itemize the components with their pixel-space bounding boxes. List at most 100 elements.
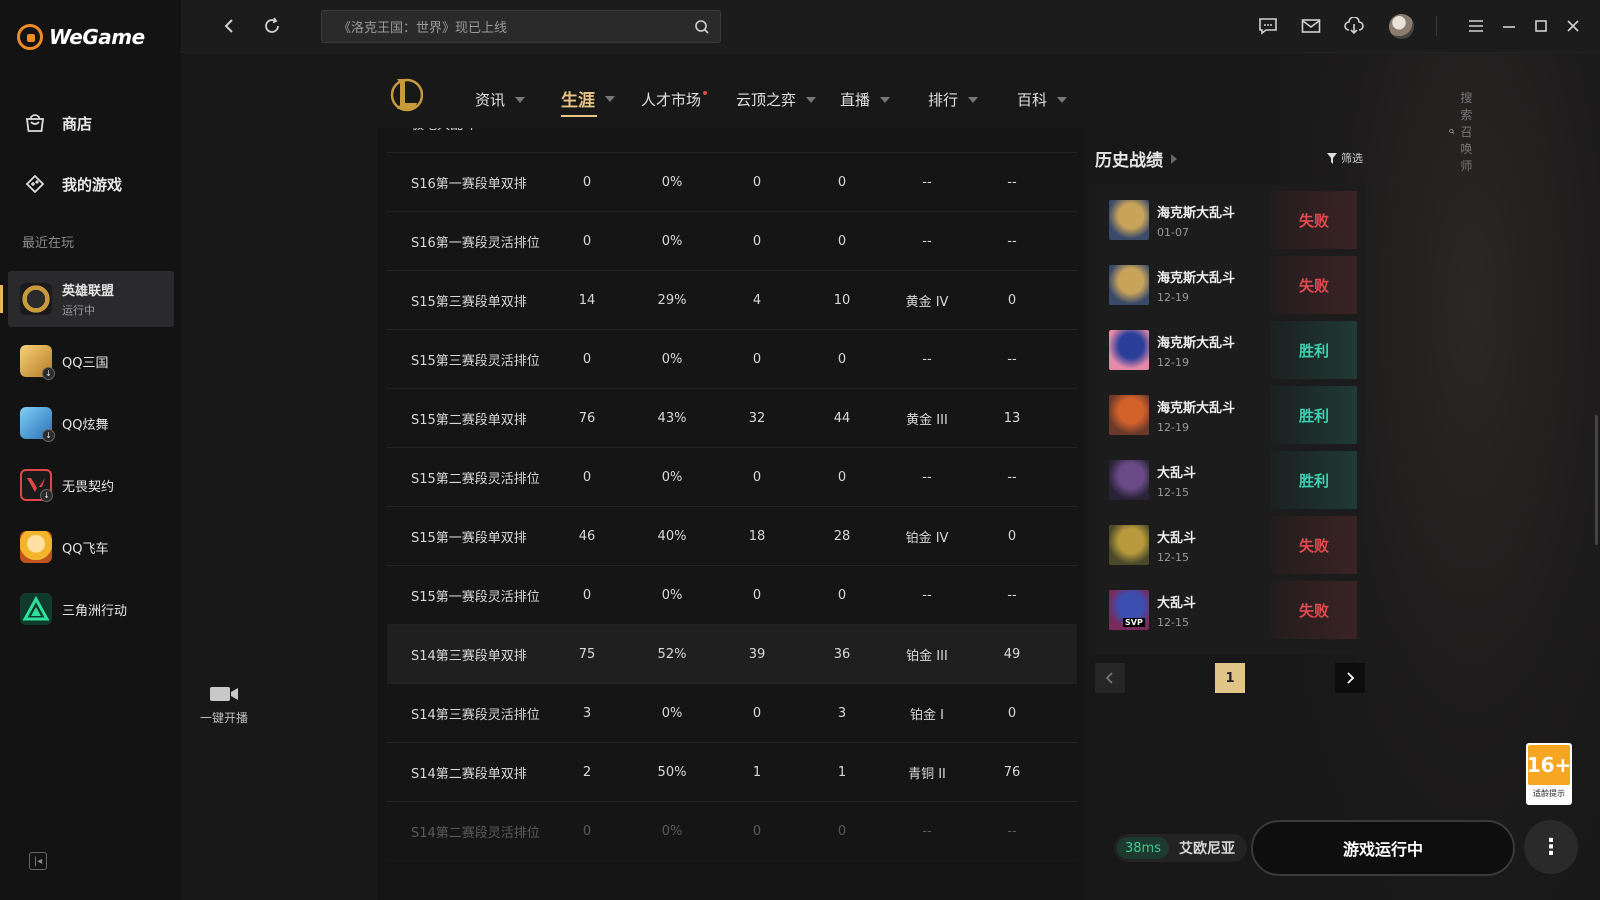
table-cell: 824 [812, 128, 872, 131]
table-cell: 0 [752, 174, 762, 190]
match-history-item[interactable]: 大乱斗 12-15 胜利 [1105, 451, 1357, 509]
game-item-valorant[interactable]: ↓ 无畏契约 [8, 457, 174, 513]
one-click-live-button[interactable]: 一键开播 [189, 685, 259, 726]
table-row: S16第一赛段单双排 0 0% 0 0 -- -- [387, 153, 1077, 212]
tab-career[interactable]: 生涯 [561, 86, 615, 117]
table-cell: 4 [752, 292, 762, 308]
download-manager-button[interactable] [1343, 15, 1365, 37]
download-icon: ↓ [40, 489, 53, 502]
minimize-button[interactable] [1498, 15, 1520, 37]
game-item-qq-xuanwu[interactable]: ↓ QQ炫舞 [8, 395, 174, 451]
ranked-stats-table: 极地大乱斗 1651 51% 827 824 -- -- S16第一赛段单双排 0 0% 0 0 -- -… [377, 128, 1082, 900]
table-cell: -- [1007, 823, 1017, 839]
global-search-input[interactable]: 《洛克王国：世界》现已上线 [321, 10, 721, 43]
match-history-item[interactable]: SVP 大乱斗 12-15 失败 [1105, 581, 1357, 639]
tab-talent-market[interactable]: 人才市场 [641, 89, 711, 110]
search-icon[interactable] [694, 19, 710, 39]
nav-my-games[interactable]: 我的游戏 [22, 171, 122, 197]
topbar: 《洛克王国：世界》现已上线 [181, 0, 1600, 53]
back-button[interactable] [217, 14, 241, 38]
match-history-item[interactable]: 海克斯大乱斗 01-07 失败 [1105, 191, 1357, 249]
tab-label: 生涯 [561, 91, 595, 111]
table-row: S15第一赛段单双排 46 40% 18 28 铂金 IV 0 [387, 507, 1077, 566]
table-row: S16第一赛段灵活排位 0 0% 0 0 -- -- [387, 212, 1077, 271]
collapse-sidebar-button[interactable]: |◂ [29, 852, 47, 870]
match-info: 海克斯大乱斗 12-19 [1157, 332, 1235, 369]
menu-button[interactable] [1465, 15, 1487, 37]
collapse-icon: |◂ [33, 855, 43, 867]
next-page-button[interactable] [1335, 663, 1365, 693]
close-icon [1567, 20, 1579, 32]
table-cell: 0 [837, 351, 847, 367]
table-cell: 0 [837, 469, 847, 485]
chat-button[interactable] [1257, 15, 1279, 37]
table-row: S15第三赛段灵活排位 0 0% 0 0 -- -- [387, 330, 1077, 389]
hamburger-icon [1469, 20, 1483, 32]
ping-value: 38ms [1117, 837, 1169, 859]
sidebar: WeGame 商店 我的游戏 最近在玩 英雄联盟 运行中 ↓ QQ三国 ↓ QQ… [0, 0, 181, 900]
match-history-item[interactable]: 海克斯大乱斗 12-19 胜利 [1105, 386, 1357, 444]
filter-button[interactable]: 筛选 [1327, 150, 1363, 166]
server-ping-indicator[interactable]: 38ms 艾欧尼亚 [1114, 834, 1247, 862]
qq-speed-game-icon [20, 531, 52, 563]
prev-page-button[interactable] [1095, 663, 1125, 693]
lol-logo-icon[interactable] [389, 75, 424, 113]
table-cell: 1 [837, 764, 847, 780]
tab-news[interactable]: 资讯 [475, 89, 526, 110]
scrollbar-thumb[interactable] [1595, 415, 1598, 545]
page-number[interactable]: 1 [1215, 663, 1245, 693]
nav-my-games-label: 我的游戏 [62, 175, 123, 194]
match-history-item[interactable]: 大乱斗 12-15 失败 [1105, 516, 1357, 574]
table-cell: -- [922, 823, 932, 839]
table-cell: 0 [752, 233, 762, 249]
shop-bag-icon [22, 110, 48, 136]
queue-name-cell: S16第一赛段单双排 [411, 176, 527, 192]
close-button[interactable] [1562, 15, 1584, 37]
download-icon: ↓ [42, 367, 55, 380]
match-date: 12-19 [1157, 420, 1189, 434]
search-placeholder: 《洛克王国：世界》现已上线 [338, 21, 508, 36]
lol-game-icon [20, 283, 52, 315]
game-item-qq-speed[interactable]: QQ飞车 [8, 519, 174, 575]
match-result-badge: 胜利 [1271, 321, 1357, 379]
table-cell: 铂金 IV [905, 530, 949, 546]
chevron-down-icon [1057, 96, 1068, 103]
tab-tft[interactable]: 云顶之弈 [736, 89, 817, 110]
tab-ranking[interactable]: 排行 [928, 89, 979, 110]
table-cell: 0 [752, 469, 762, 485]
game-item-lol[interactable]: 英雄联盟 运行中 [0, 271, 174, 327]
mail-button[interactable] [1300, 15, 1322, 37]
game-item-qq-sanguo[interactable]: ↓ QQ三国 [8, 333, 174, 389]
table-cell: -- [1007, 469, 1017, 485]
table-cell: 0% [661, 174, 683, 190]
user-avatar[interactable] [1389, 14, 1414, 39]
table-cell: 14 [578, 292, 596, 308]
nav-shop[interactable]: 商店 [22, 110, 92, 136]
game-running-button[interactable]: 游戏运行中 [1251, 820, 1515, 876]
maximize-button[interactable] [1530, 15, 1552, 37]
server-name: 艾欧尼亚 [1178, 841, 1235, 857]
queue-name-cell: S15第二赛段单双排 [411, 412, 527, 428]
age-rating-note: 适龄提示 [1533, 789, 1565, 798]
match-history-item[interactable]: 海克斯大乱斗 12-19 失败 [1105, 256, 1357, 314]
match-history-item[interactable]: 海克斯大乱斗 12-19 胜利 [1105, 321, 1357, 379]
game-name: 英雄联盟 [62, 284, 115, 299]
game-item-delta-force[interactable]: 三角洲行动 [8, 581, 174, 637]
maximize-icon [1535, 20, 1547, 32]
chevron-down-icon [605, 95, 615, 102]
tab-wiki[interactable]: 百科 [1017, 89, 1068, 110]
refresh-button[interactable] [260, 14, 284, 38]
wegame-logo[interactable]: WeGame [17, 24, 145, 50]
tab-label: 百科 [1017, 91, 1048, 109]
tab-live[interactable]: 直播 [840, 89, 891, 110]
table-cell: 28 [833, 528, 851, 544]
download-icon: ↓ [42, 429, 55, 442]
match-history-title[interactable]: 历史战绩 [1095, 146, 1177, 171]
table-cell: -- [897, 128, 957, 131]
wegame-logo-icon [17, 24, 43, 50]
summoner-search-input[interactable]: 搜索召唤师 [1449, 89, 1482, 174]
table-cell: 75 [578, 646, 596, 662]
more-options-button[interactable]: ⋮ [1524, 820, 1578, 874]
champion-portrait [1109, 200, 1149, 240]
table-cell: 0 [582, 233, 592, 249]
